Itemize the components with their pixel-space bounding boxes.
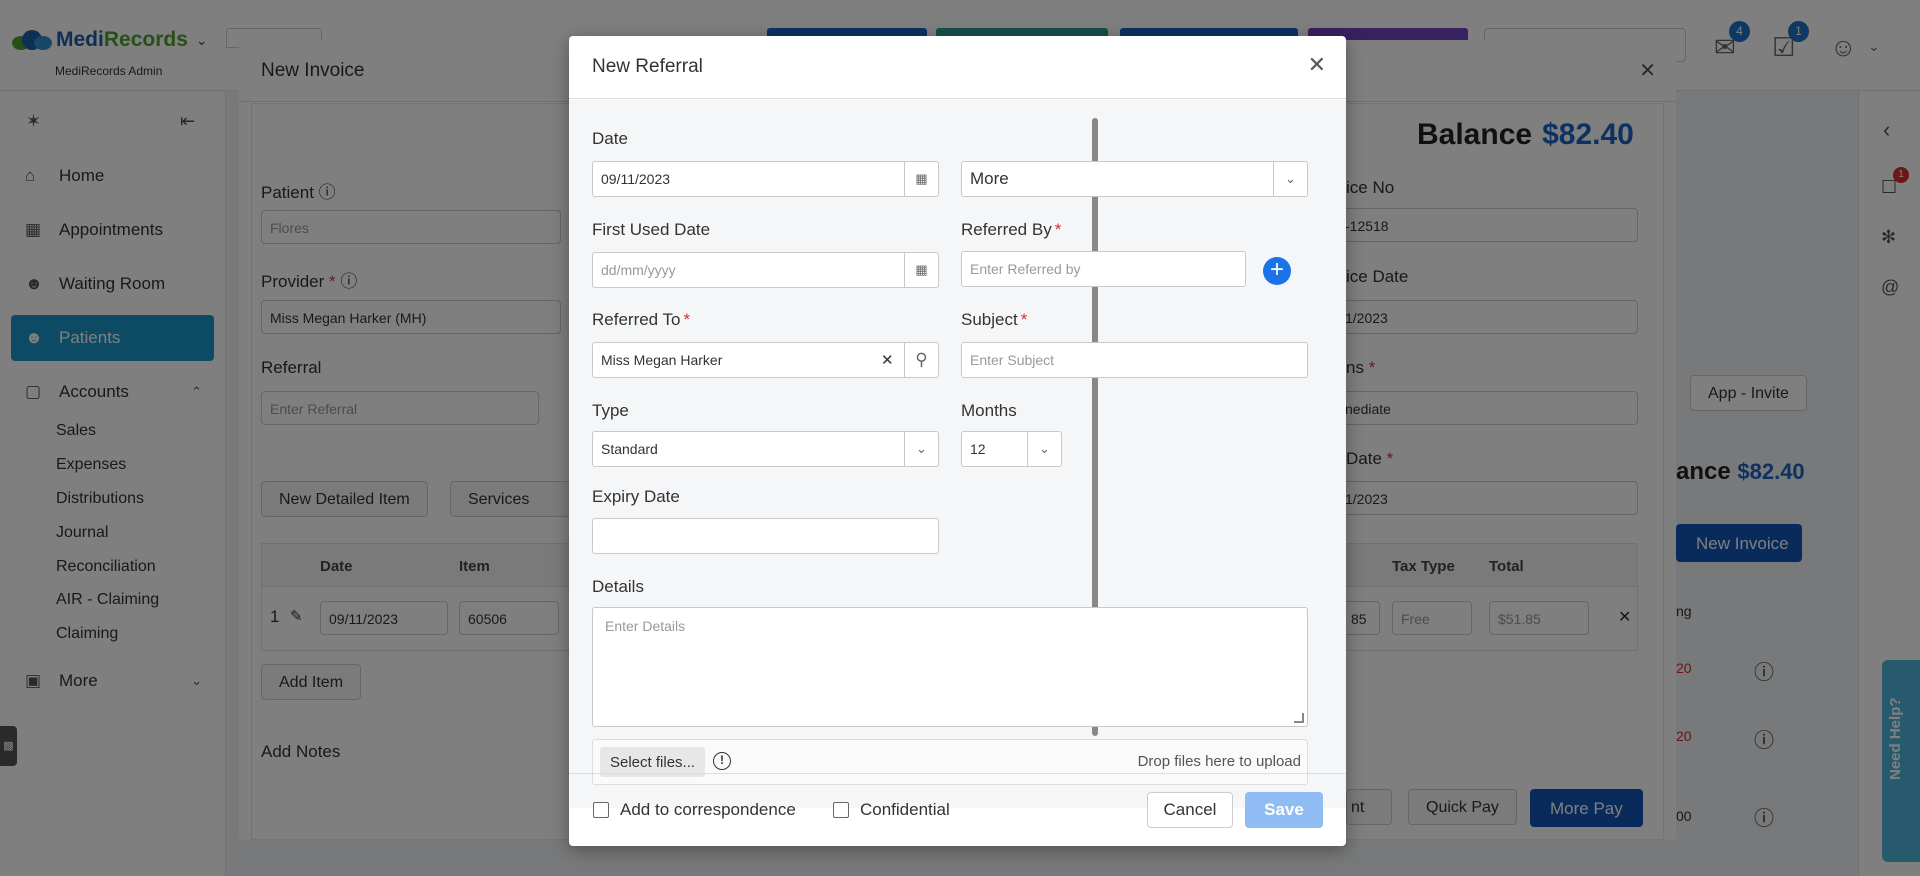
checkbox-box[interactable] xyxy=(593,802,609,818)
referred-by-label: Referred By * xyxy=(961,220,1062,239)
details-placeholder: Enter Details xyxy=(605,618,686,634)
confidential-checkbox[interactable]: Confidential xyxy=(833,800,950,820)
referred-by-placeholder: Enter Referred by xyxy=(970,261,1081,277)
referred-by-input[interactable]: Enter Referred by xyxy=(961,251,1246,287)
referred-to-value: Miss Megan Harker xyxy=(601,352,723,368)
subject-placeholder: Enter Subject xyxy=(970,352,1055,368)
file-upload-zone[interactable]: Select files... ! Drop files here to upl… xyxy=(592,739,1308,785)
info-icon[interactable]: ! xyxy=(713,752,731,770)
type-value: Standard xyxy=(601,441,658,457)
referred-to-label: Referred To * xyxy=(592,310,691,329)
chevron-down-icon[interactable]: ⌄ xyxy=(1027,432,1061,466)
add-to-correspondence-checkbox[interactable]: Add to correspondence xyxy=(593,800,796,820)
save-button[interactable]: Save xyxy=(1245,792,1323,828)
months-label: Months xyxy=(961,401,1017,420)
date-input[interactable]: 09/11/2023 ▦ xyxy=(592,161,939,197)
referral-header: New Referral ✕ xyxy=(569,36,1346,99)
date-value: 09/11/2023 xyxy=(601,171,671,187)
first-used-date-input[interactable]: dd/mm/yyyy ▦ xyxy=(592,252,939,288)
date-label: Date xyxy=(592,129,628,148)
search-icon[interactable]: ⚲ xyxy=(904,343,938,377)
details-textarea[interactable]: Enter Details xyxy=(592,607,1308,727)
expiry-date-label: Expiry Date xyxy=(592,487,680,506)
details-label: Details xyxy=(592,577,644,596)
more-select-value: More xyxy=(970,169,1009,188)
subject-label: Subject * xyxy=(961,310,1028,329)
footer-divider xyxy=(569,773,1346,774)
resize-handle-icon[interactable] xyxy=(1294,713,1304,723)
cancel-button[interactable]: Cancel xyxy=(1147,792,1233,828)
type-select[interactable]: Standard ⌄ xyxy=(592,431,939,467)
drop-files-hint: Drop files here to upload xyxy=(1137,753,1301,770)
chevron-down-icon[interactable]: ⌄ xyxy=(904,432,938,466)
type-label: Type xyxy=(592,401,629,420)
more-select[interactable]: More ⌄ xyxy=(961,161,1308,197)
referral-title: New Referral xyxy=(592,56,703,77)
add-referrer-button[interactable]: + xyxy=(1263,257,1291,285)
checkbox-box[interactable] xyxy=(833,802,849,818)
first-used-date-label: First Used Date xyxy=(592,220,711,239)
checkbox-label: Confidential xyxy=(860,800,950,819)
subject-input[interactable]: Enter Subject xyxy=(961,342,1308,378)
referred-to-input[interactable]: Miss Megan Harker ✕ ⚲ xyxy=(592,342,939,378)
calendar-icon[interactable]: ▦ xyxy=(904,162,938,196)
chevron-down-icon[interactable]: ⌄ xyxy=(1273,162,1307,196)
close-icon[interactable]: ✕ xyxy=(1308,52,1326,78)
clear-icon[interactable]: ✕ xyxy=(881,351,894,369)
calendar-icon[interactable]: ▦ xyxy=(904,253,938,287)
months-value: 12 xyxy=(970,441,986,457)
first-used-date-placeholder: dd/mm/yyyy xyxy=(601,262,676,278)
months-select[interactable]: 12 ⌄ xyxy=(961,431,1062,467)
checkbox-label: Add to correspondence xyxy=(620,800,796,819)
expiry-date-input[interactable] xyxy=(592,518,939,554)
